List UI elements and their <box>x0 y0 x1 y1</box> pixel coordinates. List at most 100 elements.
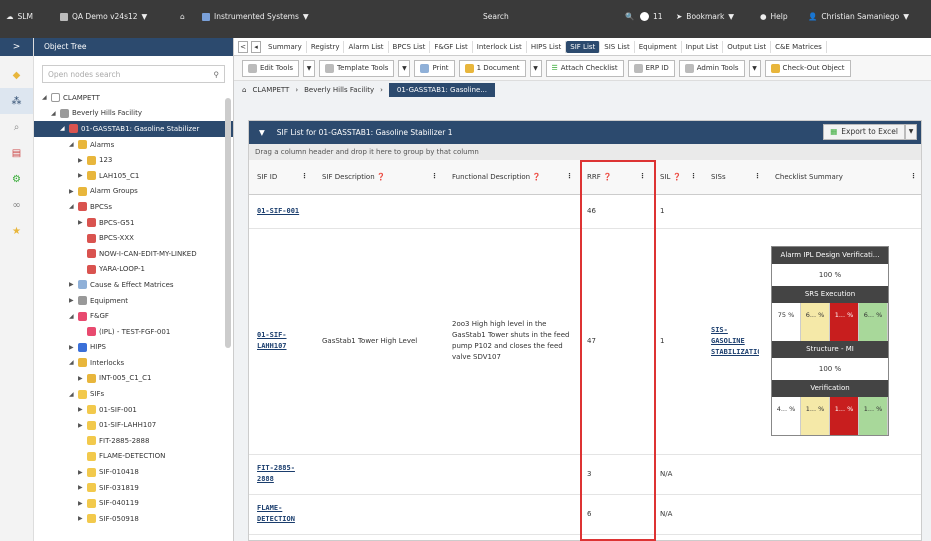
global-search[interactable]: Search <box>483 12 509 21</box>
tree-node[interactable]: ▶ SIF-050918 <box>34 511 233 527</box>
tree-search-input[interactable]: Open nodes search ⚲ <box>42 65 225 83</box>
tree-icon[interactable]: ⁂ <box>0 88 33 114</box>
nav-toggle[interactable]: > <box>0 38 33 56</box>
attach-checklist-button[interactable]: ☰ Attach Checklist <box>545 59 624 77</box>
search-icon[interactable]: 🔍 <box>625 12 634 21</box>
column-menu-icon[interactable]: ⋮ <box>301 172 308 180</box>
expand-arrow-icon[interactable]: ▶ <box>78 484 84 491</box>
checkout-button[interactable]: Check-Out Object <box>764 59 851 77</box>
tree-node[interactable]: (IPL) - TEST-FGF-001 <box>34 324 233 340</box>
tree-node[interactable]: ▶ Equipment <box>34 293 233 309</box>
tab-sis-list[interactable]: SIS List <box>600 40 635 53</box>
tree-node[interactable]: ▶ Cause & Effect Matrices <box>34 277 233 293</box>
column-menu-icon[interactable]: ⋮ <box>910 172 917 180</box>
tab-f-gf-list[interactable]: F&GF List <box>430 40 473 53</box>
sis-link[interactable]: SIS-GASOLINE STABILIZATION 1 <box>711 325 759 358</box>
expand-arrow-icon[interactable]: ▶ <box>78 219 84 226</box>
tabs-back-button[interactable]: < <box>238 40 248 53</box>
star-icon[interactable]: ★ <box>0 218 33 244</box>
tree-node[interactable]: ▶ 123 <box>34 152 233 168</box>
tab-c-e-matrices[interactable]: C&E Matrices <box>771 40 827 53</box>
tabs-prev-button[interactable]: ◂ <box>251 40 261 53</box>
tab-sif-list[interactable]: SIF List <box>566 40 601 53</box>
help-icon[interactable]: ❓ <box>670 173 682 181</box>
erp-id-button[interactable]: ERP ID <box>627 59 675 77</box>
tree-node[interactable]: ▶ SIF-010418 <box>34 464 233 480</box>
tree-node[interactable]: ◢ CLAMPETT <box>34 90 233 106</box>
expand-arrow-icon[interactable]: ▶ <box>69 297 75 304</box>
document-dropdown[interactable]: ▼ <box>529 59 542 77</box>
document-button[interactable]: 1 Document <box>458 59 526 77</box>
filter-icon[interactable]: ▼ <box>259 128 265 137</box>
sif-id-link[interactable]: 01-SIF-001 <box>249 194 314 229</box>
tree-node[interactable]: ▶ 01-SIF-LAHH107 <box>34 417 233 433</box>
system-selector[interactable]: Instrumented Systems ▼ <box>202 12 309 21</box>
edit-tools-dropdown[interactable]: ▼ <box>303 59 316 77</box>
expand-arrow-icon[interactable]: ▶ <box>69 188 75 195</box>
admin-tools-dropdown[interactable]: ▼ <box>748 59 761 77</box>
breadcrumb-item[interactable]: CLAMPETT <box>252 86 289 94</box>
column-menu-icon[interactable]: ⋮ <box>690 172 697 180</box>
expand-arrow-icon[interactable]: ▶ <box>78 157 84 164</box>
tab-hips-list[interactable]: HIPS List <box>527 40 567 53</box>
edit-tools-button[interactable]: Edit Tools <box>242 59 300 77</box>
expand-arrow-icon[interactable]: ◢ <box>69 141 75 148</box>
expand-arrow-icon[interactable]: ▶ <box>78 375 84 382</box>
help-button[interactable]: ● Help <box>760 12 788 21</box>
tree-node[interactable]: BPCS-XXX <box>34 230 233 246</box>
column-menu-icon[interactable]: ⋮ <box>431 172 438 180</box>
tab-bpcs-list[interactable]: BPCS List <box>389 40 431 53</box>
help-icon[interactable]: ❓ <box>530 173 541 181</box>
column-header[interactable]: SIL ❓ ⋮ <box>652 160 703 195</box>
tree-node[interactable]: ◢ 01-GASSTAB1: Gasoline Stabilizer <box>34 121 233 137</box>
tree-node[interactable]: ▶ SIF-031819 <box>34 480 233 496</box>
sif-id-link[interactable]: FIT-2885-2888 <box>249 454 314 495</box>
template-tools-dropdown[interactable]: ▼ <box>398 59 411 77</box>
tree-node[interactable]: NOW-I-CAN-EDIT-MY-LINKED <box>34 246 233 262</box>
help-icon[interactable]: ❓ <box>375 173 386 181</box>
expand-arrow-icon[interactable]: ▶ <box>78 406 84 413</box>
expand-arrow-icon[interactable]: ◢ <box>69 313 75 320</box>
tab-output-list[interactable]: Output List <box>723 40 772 53</box>
expand-arrow-icon[interactable]: ▶ <box>69 344 75 351</box>
search-icon[interactable]: ⚲ <box>214 70 220 79</box>
tree-node[interactable]: FIT-2885-2888 <box>34 433 233 449</box>
expand-arrow-icon[interactable]: ▶ <box>78 469 84 476</box>
column-header[interactable]: SISs ⋮ <box>703 160 767 195</box>
tree-node[interactable]: ◢ F&GF <box>34 308 233 324</box>
search-icon[interactable]: ⌕ <box>0 114 33 140</box>
print-button[interactable]: Print <box>414 59 455 77</box>
tree-node[interactable]: ▶ LAH105_C1 <box>34 168 233 184</box>
link-icon[interactable]: ∞ <box>0 192 33 218</box>
admin-tools-button[interactable]: Admin Tools <box>678 59 745 77</box>
column-menu-icon[interactable]: ⋮ <box>754 172 761 180</box>
cube-icon[interactable]: ◆ <box>0 62 33 88</box>
column-header[interactable]: SIF ID ⋮ <box>249 160 314 195</box>
user-menu[interactable]: 👤 Christian Samaniego ▼ <box>808 12 909 21</box>
breadcrumb-item[interactable]: Beverly Hills Facility <box>304 86 374 94</box>
tree-node[interactable]: ▶ HIPS <box>34 340 233 356</box>
expand-arrow-icon[interactable]: ▶ <box>69 281 75 288</box>
tree-node[interactable]: ◢ BPCSs <box>34 199 233 215</box>
tab-summary[interactable]: Summary <box>264 40 307 53</box>
notifications[interactable]: 11 <box>640 12 663 21</box>
tab-equipment[interactable]: Equipment <box>635 40 682 53</box>
tree-node[interactable]: ▶ Alarm Groups <box>34 184 233 200</box>
tree-node[interactable]: YARA-LOOP-1 <box>34 262 233 278</box>
export-excel-button[interactable]: ▦ Export to Excel <box>823 124 905 140</box>
export-dropdown[interactable]: ▼ <box>905 124 917 140</box>
expand-arrow-icon[interactable]: ◢ <box>69 391 75 398</box>
expand-arrow-icon[interactable]: ▶ <box>78 515 84 522</box>
expand-arrow-icon[interactable]: ▶ <box>78 500 84 507</box>
tree-node[interactable]: ▶ BPCS-G51 <box>34 215 233 231</box>
tree-node[interactable]: ◢ Interlocks <box>34 355 233 371</box>
tree-scrollbar[interactable] <box>225 98 231 348</box>
expand-arrow-icon[interactable]: ▶ <box>78 172 84 179</box>
tree-node[interactable]: ◢ Beverly Hills Facility <box>34 106 233 122</box>
column-header[interactable]: Functional Description ❓ ⋮ <box>444 160 579 195</box>
home-button[interactable]: ⌂ <box>180 12 185 21</box>
expand-arrow-icon[interactable]: ◢ <box>42 94 48 101</box>
report-icon[interactable]: ▤ <box>0 140 33 166</box>
expand-arrow-icon[interactable]: ◢ <box>60 125 66 132</box>
expand-arrow-icon[interactable]: ◢ <box>69 359 75 366</box>
